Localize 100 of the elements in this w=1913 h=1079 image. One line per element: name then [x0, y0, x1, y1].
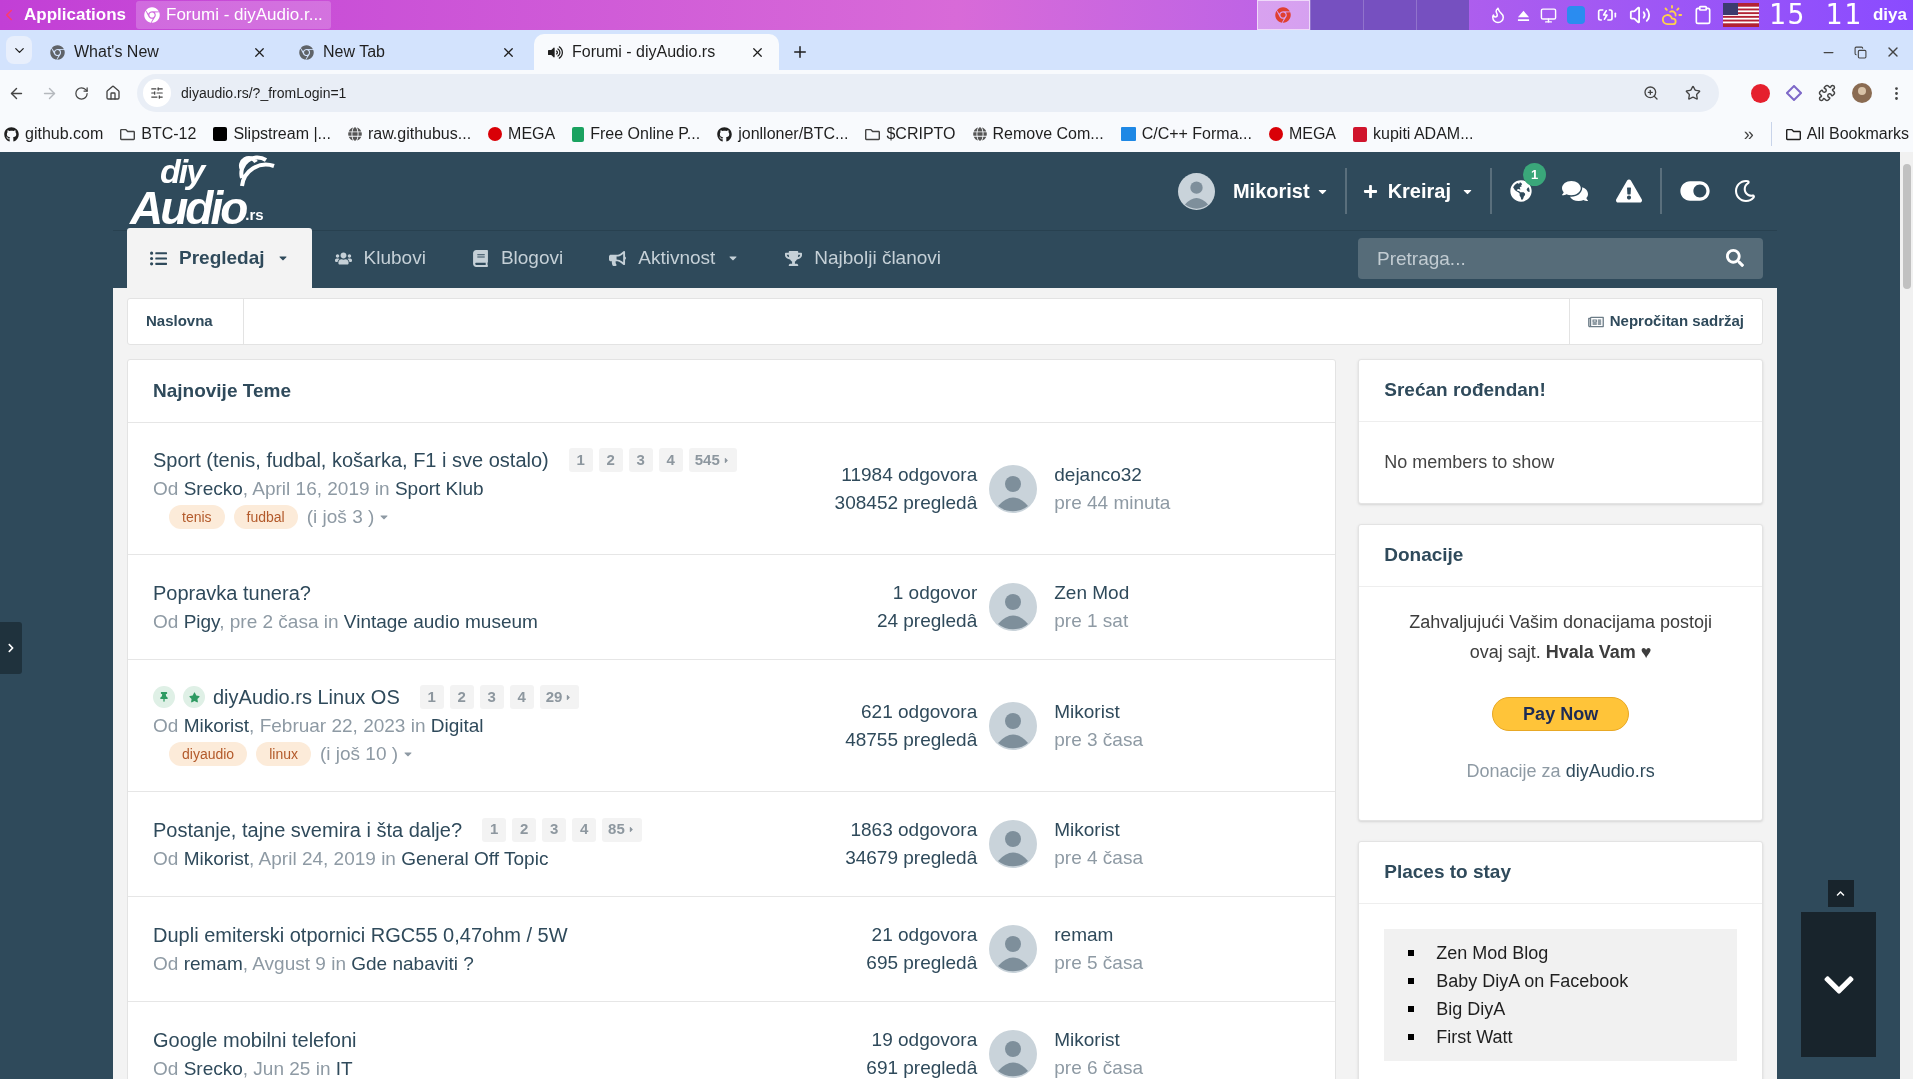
- forum-link[interactable]: General Off Topic: [401, 847, 549, 869]
- bookmark-star-icon[interactable]: [1685, 85, 1701, 101]
- workspace-button[interactable]: [1256, 0, 1310, 30]
- nav-tab[interactable]: Pregledaj: [127, 228, 312, 288]
- avatar[interactable]: [989, 583, 1038, 631]
- reload-icon[interactable]: [74, 85, 89, 101]
- globe-icon[interactable]: [1510, 180, 1532, 202]
- clock[interactable]: 15 11: [1768, 1, 1863, 29]
- bookmark[interactable]: raw.githubus...: [347, 122, 472, 146]
- tag[interactable]: tenis: [169, 505, 225, 529]
- zoom-icon[interactable]: [1643, 85, 1659, 101]
- extension-icon[interactable]: [1786, 85, 1802, 101]
- author-link[interactable]: Srecko: [183, 478, 243, 499]
- pay-now-button[interactable]: Pay Now: [1492, 697, 1630, 731]
- bookmark[interactable]: github.com: [4, 122, 104, 146]
- nav-tab[interactable]: Blogovi: [448, 228, 587, 288]
- topic-title[interactable]: Popravka tunera?: [153, 577, 311, 608]
- bookmark[interactable]: MEGA: [1268, 122, 1337, 146]
- avatar[interactable]: [1177, 172, 1215, 210]
- last-poster-link[interactable]: Mikorist: [1054, 697, 1336, 726]
- last-poster-link[interactable]: Zen Mod: [1054, 579, 1336, 607]
- topic-title[interactable]: Google mobilni telefoni: [153, 1024, 357, 1055]
- address-bar[interactable]: diyaudio.rs/?_fromLogin=1: [137, 74, 1719, 112]
- browser-tab[interactable]: What's New: [36, 34, 281, 70]
- breadcrumb-link[interactable]: Naslovna: [128, 299, 244, 344]
- bookmark[interactable]: jonlloner/BTC...: [717, 122, 849, 146]
- more-bookmarks-button[interactable]: »: [1743, 120, 1754, 148]
- avatar[interactable]: [989, 925, 1038, 973]
- tag[interactable]: fudbal: [233, 505, 298, 529]
- all-bookmarks-button[interactable]: All Bookmarks: [1770, 122, 1909, 146]
- topic-title[interactable]: diyAudio.rs Linux OS: [213, 682, 400, 712]
- forum-link[interactable]: IT: [335, 1057, 353, 1079]
- user-menu[interactable]: Mikorist: [1232, 176, 1329, 206]
- topic-title[interactable]: Sport (tenis, fudbal, košarka, F1 i sve ostalo): [153, 445, 549, 475]
- browser-tab[interactable]: New Tab: [285, 34, 530, 70]
- volume-icon[interactable]: [1628, 4, 1651, 26]
- eject-icon[interactable]: [1516, 8, 1530, 22]
- nav-tab[interactable]: Najbolji članovi: [762, 228, 965, 288]
- bookmark[interactable]: Slipstream |...: [213, 122, 331, 146]
- bookmark[interactable]: BTC-12: [120, 122, 197, 146]
- bookmark[interactable]: C/C++ Forma...: [1120, 122, 1252, 146]
- avatar[interactable]: [989, 820, 1038, 868]
- profile-avatar[interactable]: [1852, 83, 1872, 103]
- nav-tab[interactable]: Klubovi: [311, 228, 449, 288]
- tag[interactable]: diyaudio: [169, 742, 248, 766]
- last-poster-link[interactable]: Mikorist: [1054, 1026, 1336, 1054]
- topic-title[interactable]: Dupli emiterski otpornici RGC55 0,47ohm / 5W: [153, 919, 568, 950]
- newspaper-icon: [1587, 314, 1604, 329]
- messages-icon[interactable]: [1562, 179, 1588, 203]
- moon-icon[interactable]: [1734, 180, 1756, 202]
- author-link[interactable]: Mikorist: [183, 715, 250, 736]
- user-name[interactable]: diya: [1872, 2, 1907, 28]
- warning-icon[interactable]: [1616, 179, 1642, 203]
- applications-menu[interactable]: Applications: [18, 2, 132, 28]
- forum-link[interactable]: Digital: [430, 715, 484, 736]
- search-field[interactable]: Pretraga...: [1358, 238, 1763, 279]
- flag-icon[interactable]: [1722, 3, 1759, 27]
- place-link[interactable]: Big DiyA: [1436, 995, 1506, 1023]
- donation-link[interactable]: diyAudio.rs: [1565, 761, 1655, 781]
- forum-link[interactable]: Sport Klub: [394, 478, 484, 499]
- author-link[interactable]: Pigy: [183, 610, 220, 632]
- bookmark[interactable]: Free Online P...: [572, 122, 701, 146]
- forum-link[interactable]: Vintage audio museum: [343, 610, 538, 632]
- new-tab-icon[interactable]: [791, 43, 809, 61]
- folder-icon: [120, 126, 136, 142]
- author-link[interactable]: Srecko: [183, 1057, 243, 1079]
- bookmark[interactable]: kupiti ADAM...: [1353, 122, 1474, 146]
- forum-link[interactable]: Gde nabaviti ?: [351, 952, 474, 974]
- place-link[interactable]: Zen Mod Blog: [1436, 939, 1549, 967]
- drawer-toggle[interactable]: [0, 622, 22, 674]
- bookmark[interactable]: MEGA: [488, 122, 556, 146]
- unread-content-link[interactable]: Nepročitan sadržaj: [1568, 299, 1762, 344]
- avatar[interactable]: [989, 701, 1038, 750]
- site-settings-icon[interactable]: [143, 79, 171, 107]
- bookmark[interactable]: $CRIPTO: [865, 122, 956, 146]
- bookmark[interactable]: Remove Com...: [972, 122, 1104, 146]
- create-menu[interactable]: Kreiraj: [1362, 176, 1474, 206]
- author-link[interactable]: remam: [183, 952, 243, 974]
- browser-tab[interactable]: Forumi - diyAudio.rs: [534, 34, 779, 70]
- last-poster-link[interactable]: dejanco32: [1054, 460, 1336, 489]
- extensions-icon[interactable]: [1818, 84, 1836, 102]
- scrollbar[interactable]: [1900, 152, 1913, 1079]
- monitor-icon[interactable]: [1539, 6, 1557, 24]
- tag[interactable]: linux: [256, 742, 311, 766]
- last-poster-link[interactable]: remam: [1054, 921, 1336, 949]
- tab-search-button[interactable]: [6, 36, 32, 64]
- adblock-icon[interactable]: [1751, 83, 1770, 103]
- last-poster-link[interactable]: Mikorist: [1054, 816, 1336, 844]
- topic-title[interactable]: Postanje, tajne svemira i šta dalje?: [153, 814, 463, 845]
- restore-icon[interactable]: [1854, 45, 1867, 59]
- weather-icon[interactable]: [1660, 4, 1683, 26]
- toggle-icon[interactable]: [1680, 178, 1710, 204]
- avatar[interactable]: [989, 1030, 1038, 1078]
- place-link[interactable]: Baby DiyA on Facebook: [1436, 967, 1629, 995]
- avatar[interactable]: [989, 464, 1038, 513]
- nav-tab[interactable]: Aktivnost: [586, 228, 763, 288]
- search-icon[interactable]: [1726, 249, 1744, 267]
- home-icon[interactable]: [105, 85, 121, 101]
- author-link[interactable]: Mikorist: [183, 847, 250, 869]
- place-link[interactable]: First Watt: [1436, 1023, 1513, 1051]
